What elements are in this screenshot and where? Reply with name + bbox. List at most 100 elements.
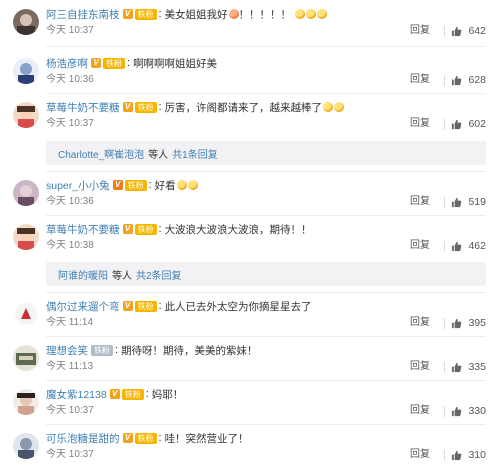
- vip-icon[interactable]: V: [91, 58, 101, 68]
- divider: [444, 317, 446, 329]
- sub-reply-mid: 等人: [112, 270, 132, 282]
- username[interactable]: 草莓牛奶不要糖: [46, 100, 120, 115]
- divider: [444, 118, 446, 130]
- reply-button[interactable]: 回复: [410, 360, 430, 374]
- vip-icon[interactable]: V: [122, 224, 133, 234]
- reply-button[interactable]: 回复: [410, 316, 430, 330]
- divider: [444, 240, 446, 252]
- avatar[interactable]: [13, 224, 39, 250]
- divider: [46, 380, 486, 381]
- vip-icon[interactable]: V: [122, 9, 133, 19]
- emoji-icon: [306, 9, 317, 19]
- sub-reply-summary[interactable]: Charlotte_啊崔泡泡 等人 共1条回复: [46, 141, 486, 165]
- reply-button[interactable]: 回复: [410, 24, 430, 38]
- like-count: 335: [468, 361, 486, 373]
- username[interactable]: 草莓牛奶不要糖: [46, 222, 120, 237]
- reply-button[interactable]: 回复: [410, 195, 430, 209]
- username[interactable]: 理想会笑: [46, 343, 88, 358]
- vip-icon[interactable]: V: [122, 301, 133, 311]
- emoji-icon: [317, 9, 328, 19]
- vip-icon[interactable]: V: [122, 433, 133, 443]
- fan-badge-grey-icon[interactable]: 铁粉: [91, 344, 113, 356]
- like-button[interactable]: 330: [444, 403, 486, 419]
- vip-icon[interactable]: V: [109, 389, 120, 399]
- sub-reply-count[interactable]: 共2条回复: [136, 267, 182, 282]
- thumbs-up-icon: [452, 318, 462, 328]
- username[interactable]: 杨浩彦啊: [46, 56, 88, 71]
- like-button[interactable]: 628: [444, 72, 486, 88]
- like-count: 462: [468, 240, 486, 252]
- timestamp: 今天 10:37: [46, 118, 94, 129]
- sub-reply-user[interactable]: 阿谁的暖阳: [58, 267, 108, 282]
- like-count: 330: [468, 405, 486, 417]
- like-button[interactable]: 310: [444, 447, 486, 463]
- comment-text: 妈耶！: [151, 388, 184, 401]
- username[interactable]: 可乐泡糖是甜的: [46, 431, 120, 446]
- vip-icon[interactable]: V: [122, 102, 133, 112]
- like-count: 642: [468, 25, 486, 37]
- vip-icon[interactable]: V: [112, 180, 123, 190]
- fan-badge-icon[interactable]: 铁粉: [134, 8, 157, 20]
- fan-badge-icon[interactable]: 铁粉: [134, 432, 157, 444]
- avatar[interactable]: [13, 433, 39, 459]
- fan-badge-icon[interactable]: 铁粉: [134, 300, 157, 312]
- timestamp: 今天 10:37: [46, 25, 94, 36]
- like-button[interactable]: 642: [444, 23, 486, 39]
- like-button[interactable]: 519: [444, 194, 486, 210]
- fan-badge-icon[interactable]: 铁粉: [134, 101, 157, 113]
- fan-badge-icon[interactable]: 铁粉: [103, 57, 125, 69]
- avatar[interactable]: [13, 389, 39, 415]
- like-button[interactable]: 602: [444, 116, 486, 132]
- thumbs-up-icon: [452, 450, 462, 460]
- thumbs-up-icon: [452, 362, 462, 372]
- reply-button[interactable]: 回复: [410, 117, 430, 131]
- emoji-icon: [176, 180, 187, 190]
- thumbs-up-icon: [452, 119, 462, 129]
- divider: [444, 196, 446, 208]
- fan-badge-icon[interactable]: 铁粉: [124, 179, 147, 191]
- thumbs-up-icon: [452, 406, 462, 416]
- fan-badge-icon[interactable]: 铁粉: [134, 223, 157, 235]
- thumbs-up-icon: [452, 26, 462, 36]
- like-button[interactable]: 335: [444, 359, 486, 375]
- divider: [46, 336, 486, 337]
- timestamp: 今天 10:37: [46, 449, 94, 460]
- emoji-icon: [323, 102, 334, 112]
- comment-text: 哇！突然营业了！: [164, 432, 249, 445]
- sub-reply-user[interactable]: Charlotte_啊崔泡泡: [58, 146, 144, 161]
- sub-reply-count[interactable]: 共1条回复: [172, 146, 218, 161]
- reply-button[interactable]: 回复: [410, 448, 430, 462]
- sub-reply-summary[interactable]: 阿谁的暖阳 等人 共2条回复: [46, 262, 486, 286]
- like-button[interactable]: 395: [444, 315, 486, 331]
- divider: [444, 74, 446, 86]
- thumbs-up-icon: [452, 75, 462, 85]
- fan-badge-icon[interactable]: 铁粉: [121, 388, 144, 400]
- avatar[interactable]: [13, 180, 39, 206]
- thumbs-up-icon: [452, 197, 462, 207]
- username[interactable]: 阿三自挂东南枝: [46, 7, 120, 22]
- divider: [444, 449, 446, 461]
- comment-text: 啊啊啊啊姐姐好美: [133, 57, 218, 70]
- avatar[interactable]: [13, 102, 39, 128]
- divider: [46, 171, 486, 172]
- colon: :: [145, 388, 149, 400]
- reply-button[interactable]: 回复: [410, 73, 430, 87]
- comment-text: 厉害，许阁都请来了，越来越棒了: [164, 101, 323, 114]
- emoji-icon: [187, 180, 198, 190]
- username[interactable]: super_小小兔: [46, 178, 110, 193]
- reply-button[interactable]: 回复: [410, 404, 430, 418]
- avatar[interactable]: [13, 9, 39, 35]
- like-count: 395: [468, 317, 486, 329]
- divider: [46, 424, 486, 425]
- avatar[interactable]: [13, 58, 39, 84]
- avatar[interactable]: [13, 345, 39, 371]
- reply-button[interactable]: 回复: [410, 239, 430, 253]
- username[interactable]: 偶尔过来遛个弯: [46, 299, 120, 314]
- colon: :: [158, 300, 162, 312]
- username[interactable]: 魔女紫12138: [46, 387, 107, 402]
- like-button[interactable]: 462: [444, 238, 486, 254]
- colon: :: [115, 344, 119, 356]
- comment-text: 期待呀！期待，美美的紫妹！: [121, 344, 258, 357]
- like-count: 628: [468, 74, 486, 86]
- avatar[interactable]: [13, 301, 39, 327]
